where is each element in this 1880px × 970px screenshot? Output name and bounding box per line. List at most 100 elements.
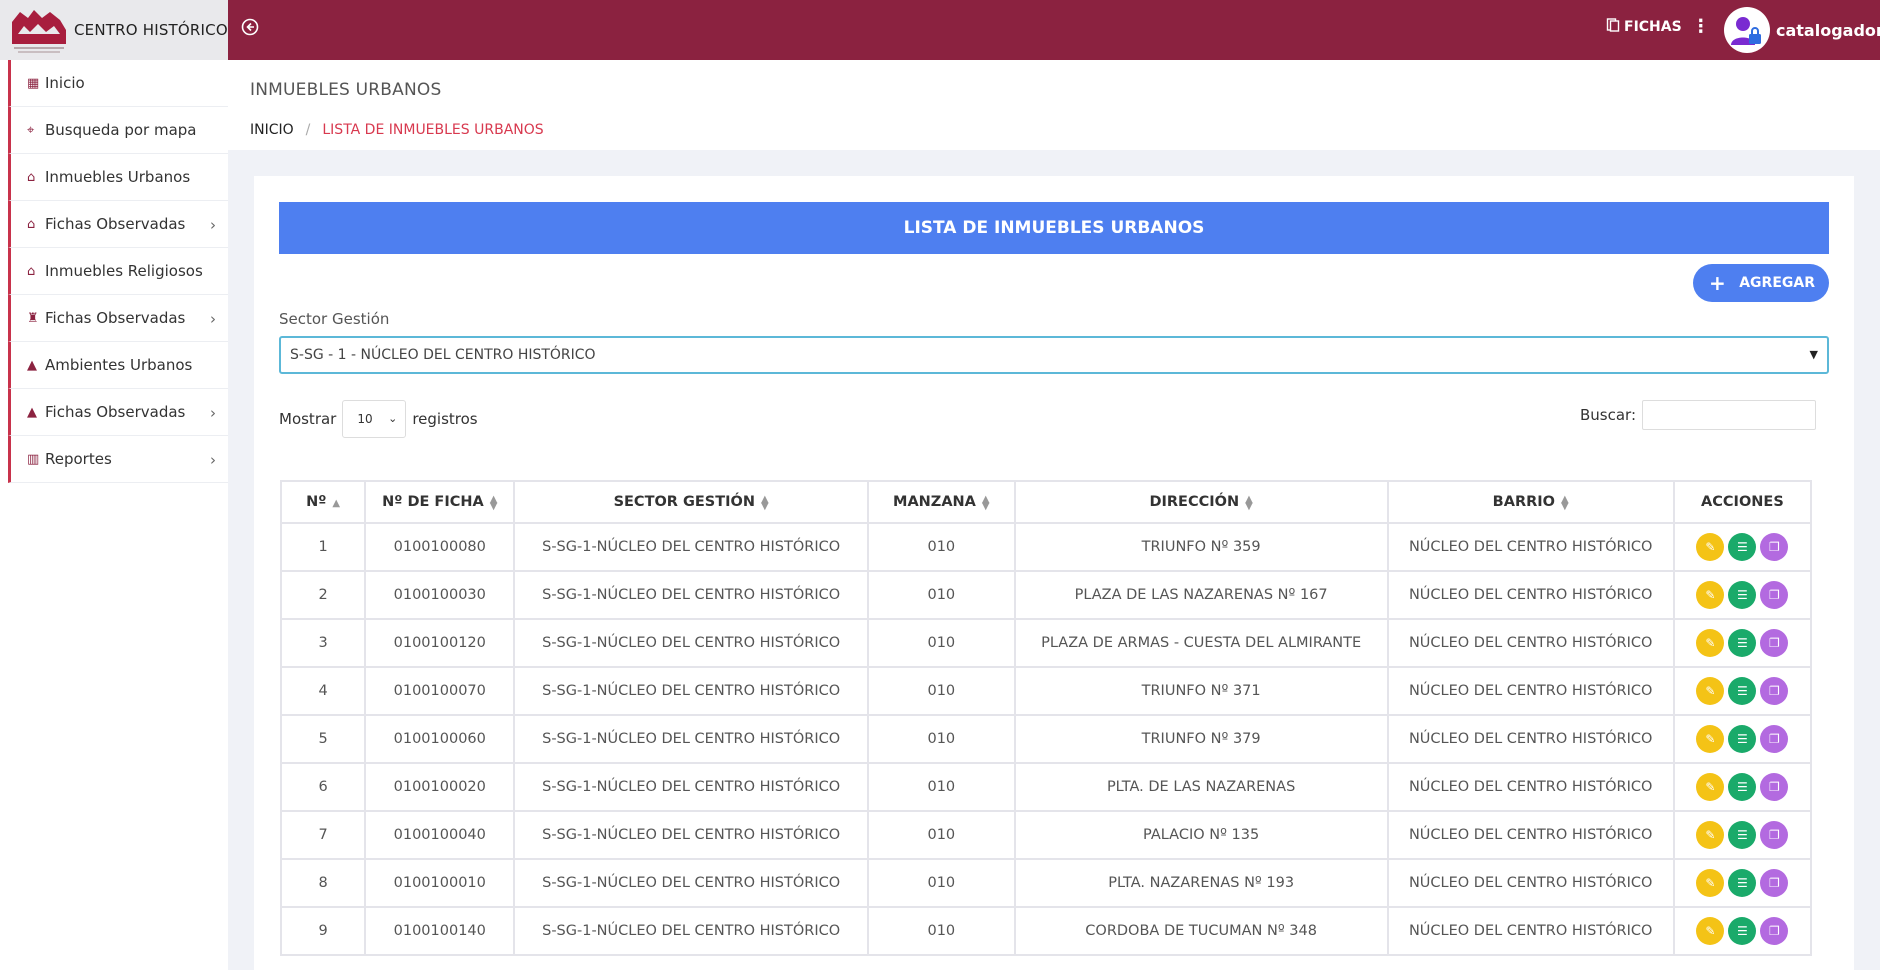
cell-acciones: ✎ ☰ ❐ — [1672, 522, 1813, 572]
detail-button[interactable]: ☰ — [1728, 773, 1757, 801]
chevron-right-icon: › — [210, 310, 216, 328]
edit-button[interactable]: ✎ — [1696, 917, 1725, 945]
copy-button[interactable]: ❐ — [1760, 533, 1789, 561]
sidebar-item-fichas-observadas-urbanos[interactable]: ⌂ Fichas Observadas › — [8, 201, 228, 248]
detail-button[interactable]: ☰ — [1728, 869, 1757, 897]
username: catalogador — [1776, 20, 1880, 40]
column-header-ficha[interactable]: Nº DE FICHA ▲ ▼ — [364, 480, 516, 524]
copy-icon: ❐ — [1769, 780, 1780, 794]
copy-button[interactable]: ❐ — [1760, 821, 1789, 849]
edit-button[interactable]: ✎ — [1696, 773, 1725, 801]
edit-button[interactable]: ✎ — [1696, 677, 1725, 705]
data-table: Nº ▲ Nº DE FICHA ▲ ▼ SECTOR GESTIÓN ▲ ▼ MANZANA ▲… — [279, 480, 1813, 956]
cell-ficha: 0100100140 — [364, 906, 516, 956]
sort-icon: ▲ ▼ — [1561, 494, 1569, 512]
cell-acciones: ✎ ☰ ❐ — [1672, 714, 1813, 764]
sidebar-item-ambientes-urbanos[interactable]: ▲ Ambientes Urbanos — [8, 342, 228, 389]
cell-ficha: 0100100020 — [364, 762, 516, 812]
cell-ficha: 0100100030 — [364, 570, 516, 620]
column-header-sector[interactable]: SECTOR GESTIÓN ▲ ▼ — [513, 480, 869, 524]
table-row: 3 0100100120 S-SG-1-NÚCLEO DEL CENTRO HIST… — [279, 618, 1813, 668]
list-icon: ☰ — [1737, 924, 1748, 938]
column-header-manzana[interactable]: MANZANA ▲ ▼ — [866, 480, 1016, 524]
detail-button[interactable]: ☰ — [1728, 677, 1757, 705]
cell-barrio: NÚCLEO DEL CENTRO HISTÓRICO — [1386, 570, 1675, 620]
copy-button[interactable]: ❐ — [1760, 869, 1789, 897]
edit-button[interactable]: ✎ — [1696, 725, 1725, 753]
cell-manzana: 010 — [866, 714, 1016, 764]
breadcrumb-home-link[interactable]: INICIO — [250, 122, 294, 138]
edit-icon: ✎ — [1705, 588, 1716, 602]
cell-barrio: NÚCLEO DEL CENTRO HISTÓRICO — [1386, 714, 1675, 764]
copy-button[interactable]: ❐ — [1760, 677, 1789, 705]
cell-sector: S-SG-1-NÚCLEO DEL CENTRO HISTÓRICO — [513, 666, 869, 716]
sidebar-item-inmuebles-urbanos[interactable]: ⌂ Inmuebles Urbanos — [8, 154, 228, 201]
sidebar-item-fichas-observadas-religiosos[interactable]: ♜ Fichas Observadas › — [8, 295, 228, 342]
cell-barrio: NÚCLEO DEL CENTRO HISTÓRICO — [1386, 858, 1675, 908]
copy-button[interactable]: ❐ — [1760, 725, 1789, 753]
cell-acciones: ✎ ☰ ❐ — [1672, 618, 1813, 668]
edit-icon: ✎ — [1705, 828, 1716, 842]
row-actions: ✎ ☰ ❐ — [1675, 533, 1810, 561]
cell-manzana: 010 — [866, 618, 1016, 668]
sidebar-item-inmuebles-religiosos[interactable]: ⌂ Inmuebles Religiosos — [8, 248, 228, 295]
edit-button[interactable]: ✎ — [1696, 821, 1725, 849]
sector-select-value: S-SG - 1 - NÚCLEO DEL CENTRO HISTÓRICO — [290, 347, 596, 363]
home-icon: ⌂ — [27, 263, 36, 279]
row-actions: ✎ ☰ ❐ — [1675, 677, 1810, 705]
detail-button[interactable]: ☰ — [1728, 821, 1757, 849]
page-length-select[interactable]: 10 ⌄ — [342, 400, 407, 438]
detail-button[interactable]: ☰ — [1728, 725, 1757, 753]
user-menu[interactable]: catalogador — [1724, 7, 1880, 53]
column-header-no[interactable]: Nº ▲ — [279, 480, 367, 524]
table-body: 1 0100100080 S-SG-1-NÚCLEO DEL CENTRO HIST… — [279, 522, 1813, 956]
edit-button[interactable]: ✎ — [1696, 869, 1725, 897]
edit-button[interactable]: ✎ — [1696, 629, 1725, 657]
document-icon — [1606, 18, 1620, 36]
cell-ficha: 0100100010 — [364, 858, 516, 908]
brand[interactable]: CENTRO HISTÓRICO — [0, 0, 228, 60]
sector-select[interactable]: S-SG - 1 - NÚCLEO DEL CENTRO HISTÓRICO ▼ — [279, 336, 1829, 374]
copy-button[interactable]: ❐ — [1760, 773, 1789, 801]
edit-button[interactable]: ✎ — [1696, 533, 1725, 561]
sidebar-item-fichas-observadas-ambientes[interactable]: ▲ Fichas Observadas › — [8, 389, 228, 436]
show-label: Mostrar — [279, 410, 337, 428]
home-icon: ⌂ — [27, 169, 36, 185]
breadcrumb-separator: / — [305, 122, 311, 138]
add-button[interactable]: + AGREGAR — [1693, 264, 1829, 302]
fichas-menu[interactable]: FICHAS ⋮ — [1606, 18, 1710, 36]
detail-button[interactable]: ☰ — [1728, 917, 1757, 945]
more-vertical-icon[interactable]: ⋮ — [1692, 18, 1710, 36]
table-row: 5 0100100060 S-SG-1-NÚCLEO DEL CENTRO HIST… — [279, 714, 1813, 764]
avatar — [1724, 7, 1770, 53]
cell-barrio: NÚCLEO DEL CENTRO HISTÓRICO — [1386, 666, 1675, 716]
sidebar-item-busqueda-por-mapa[interactable]: ⌖ Busqueda por mapa — [8, 107, 228, 154]
cell-barrio: NÚCLEO DEL CENTRO HISTÓRICO — [1386, 522, 1675, 572]
church-icon: ♜ — [27, 310, 39, 326]
detail-button[interactable]: ☰ — [1728, 629, 1757, 657]
search-input[interactable] — [1642, 400, 1817, 430]
detail-button[interactable]: ☰ — [1728, 581, 1757, 609]
sidebar-toggle-icon[interactable] — [240, 18, 260, 38]
sidebar-item-inicio[interactable]: ▦ Inicio — [8, 60, 228, 107]
breadcrumb-current: LISTA DE INMUEBLES URBANOS — [322, 122, 544, 138]
plus-icon: + — [1709, 271, 1726, 295]
sidebar: ▦ Inicio ⌖ Busqueda por mapa ⌂ Inmuebles… — [0, 60, 228, 970]
row-actions: ✎ ☰ ❐ — [1675, 773, 1810, 801]
row-actions: ✎ ☰ ❐ — [1675, 629, 1810, 657]
edit-button[interactable]: ✎ — [1696, 581, 1725, 609]
sidebar-item-reportes[interactable]: ▥ Reportes › — [8, 436, 228, 483]
cell-no: 9 — [279, 906, 367, 956]
sort-ascending-icon: ▲ — [332, 498, 341, 509]
top-bar: CENTRO HISTÓRICO FICHAS ⋮ catalogador — [0, 0, 1880, 60]
cell-sector: S-SG-1-NÚCLEO DEL CENTRO HISTÓRICO — [513, 522, 869, 572]
column-header-direccion[interactable]: DIRECCIÓN ▲ ▼ — [1013, 480, 1389, 524]
sort-icon: ▲ ▼ — [489, 494, 498, 512]
copy-button[interactable]: ❐ — [1760, 629, 1789, 657]
edit-icon: ✎ — [1705, 780, 1716, 794]
column-header-barrio[interactable]: BARRIO ▲ ▼ — [1386, 480, 1675, 524]
home-icon: ⌂ — [27, 216, 36, 232]
detail-button[interactable]: ☰ — [1728, 533, 1757, 561]
copy-button[interactable]: ❐ — [1760, 581, 1789, 609]
copy-button[interactable]: ❐ — [1760, 917, 1789, 945]
